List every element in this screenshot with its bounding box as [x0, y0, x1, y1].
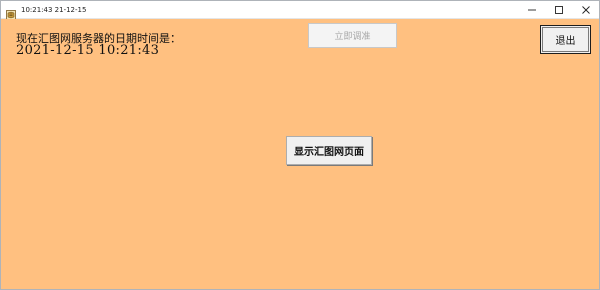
minimize-button[interactable] — [518, 1, 545, 18]
close-icon — [581, 0, 591, 19]
maximize-icon — [554, 0, 564, 19]
title-bar[interactable]: 10:21:43 21-12-15 — [1, 1, 599, 20]
window-title: 10:21:43 21-12-15 — [21, 5, 87, 14]
show-page-button[interactable]: 显示汇图网页面 — [286, 136, 372, 165]
maximize-button[interactable] — [545, 1, 572, 18]
app-window: 10:21:43 21-12-15 现在汇图网服务器的日期时间是： 2021-1… — [0, 0, 600, 290]
app-icon — [6, 5, 16, 20]
sync-now-button[interactable]: 立即调准 — [308, 23, 397, 48]
server-datetime-value: 2021-12-15 10:21:43 — [16, 43, 160, 58]
exit-button[interactable]: 退出 — [540, 25, 591, 54]
window-controls — [518, 1, 599, 18]
minimize-icon — [527, 0, 537, 19]
close-button[interactable] — [572, 1, 599, 18]
client-area: 现在汇图网服务器的日期时间是： 2021-12-15 10:21:43 立即调准… — [1, 19, 599, 289]
